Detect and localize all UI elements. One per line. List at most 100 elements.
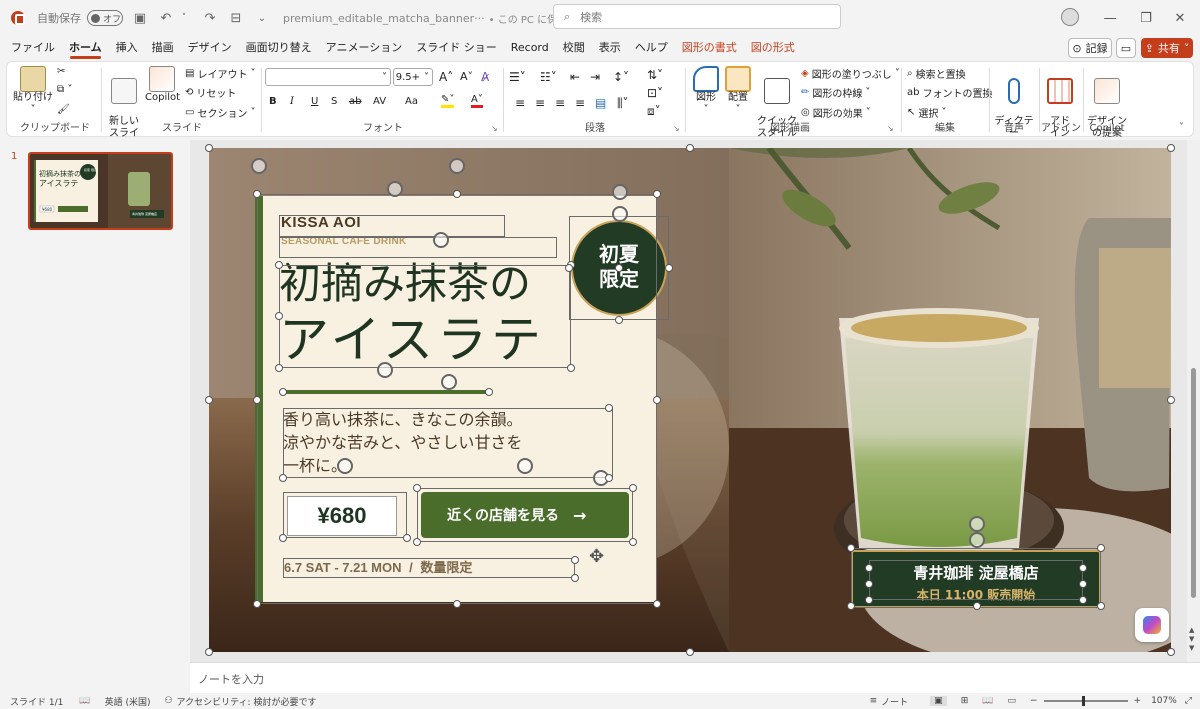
- slide-resize-handle[interactable]: [1167, 396, 1175, 404]
- scrollbar-thumb[interactable]: [1191, 368, 1196, 598]
- drawing-dialog-launcher-icon[interactable]: ↘: [887, 124, 894, 133]
- resize-handle[interactable]: [453, 190, 461, 198]
- zoom-in-icon[interactable]: +: [1134, 696, 1142, 706]
- resize-handle[interactable]: [615, 264, 623, 272]
- paste-button[interactable]: 貼り付け ˅: [13, 66, 53, 116]
- shape-outline-button[interactable]: ✏ 図形の枠線 ˅: [801, 85, 870, 100]
- zoom-slider[interactable]: [1043, 696, 1128, 706]
- undo-dropdown-icon[interactable]: ˅: [175, 13, 193, 23]
- resize-handle[interactable]: [253, 600, 261, 608]
- language[interactable]: 英語 (米国): [105, 695, 151, 708]
- fit-slide-icon[interactable]: ⤢: [1185, 696, 1192, 706]
- tab-animations[interactable]: アニメーション: [319, 36, 410, 60]
- rotate-handle-icon[interactable]: [441, 374, 457, 390]
- copilot-float-button[interactable]: [1135, 608, 1169, 642]
- rotate-handle-icon[interactable]: [969, 532, 985, 548]
- find-button[interactable]: ⌕ 検索と置換: [907, 66, 966, 81]
- tab-picture-format[interactable]: 図の形式: [744, 36, 802, 60]
- resize-handle[interactable]: [565, 264, 573, 272]
- slide-thumbnail[interactable]: 初摘み抹茶の アイスラテ 初夏 限定 ¥680 青井珈琲 淀屋橋店: [28, 152, 173, 230]
- distributed-icon[interactable]: ▤: [595, 96, 606, 110]
- shape-fill-button[interactable]: ◈ 図形の塗りつぶし ˅: [801, 66, 900, 81]
- increase-font-icon[interactable]: A˄: [439, 70, 453, 84]
- tab-help[interactable]: ヘルプ: [628, 36, 675, 60]
- italic-button[interactable]: I: [290, 96, 294, 107]
- rotate-handle-icon[interactable]: [517, 458, 533, 474]
- spellcheck-icon[interactable]: 📖: [79, 696, 90, 706]
- notes-toggle-icon[interactable]: ≡: [870, 696, 878, 706]
- vertical-scrollbar[interactable]: ▲ ▼ ▼: [1187, 140, 1200, 662]
- bullets-icon[interactable]: ☰˅: [509, 70, 526, 84]
- resize-handle[interactable]: [571, 556, 579, 564]
- rotate-handle-icon[interactable]: [387, 181, 403, 197]
- resize-handle[interactable]: [665, 264, 673, 272]
- shapes-button[interactable]: 図形 ˅: [691, 66, 721, 116]
- resize-handle[interactable]: [653, 190, 661, 198]
- zoom-level[interactable]: 107%: [1151, 696, 1177, 706]
- slide-resize-handle[interactable]: [1167, 144, 1175, 152]
- tab-review[interactable]: 校閲: [556, 36, 592, 60]
- resize-handle[interactable]: [413, 538, 421, 546]
- copilot-slides-button[interactable]: Copilot: [145, 66, 180, 104]
- rotate-handle-icon[interactable]: [433, 232, 449, 248]
- accessibility-status[interactable]: アクセシビリティ: 検討が必要です: [177, 695, 317, 708]
- font-color-icon[interactable]: A˅: [471, 94, 483, 108]
- char-spacing-button[interactable]: AV: [373, 96, 386, 107]
- decrease-font-icon[interactable]: A˅: [460, 70, 473, 83]
- layout-button[interactable]: ▤ レイアウト ˅: [185, 66, 255, 81]
- autosave-toggle[interactable]: オフ: [87, 10, 123, 26]
- scroll-arrows-icon[interactable]: ▲ ▼ ▼: [1189, 626, 1194, 653]
- collapse-ribbon-icon[interactable]: ˅: [1179, 122, 1184, 133]
- resize-handle[interactable]: [403, 534, 411, 542]
- resize-handle[interactable]: [847, 544, 855, 552]
- font-size-combo[interactable]: 9.5+ ˅: [393, 68, 433, 86]
- align-right-icon[interactable]: ≡: [555, 96, 565, 110]
- align-center-icon[interactable]: ≡: [535, 96, 545, 110]
- rotate-handle-icon[interactable]: [612, 206, 628, 222]
- highlight-icon[interactable]: ✎˅: [441, 94, 455, 108]
- tab-design[interactable]: デザイン: [181, 36, 239, 60]
- slide-canvas[interactable]: KISSA AOI SEASONAL CAFE DRINK 初摘み抹茶の アイス…: [209, 148, 1171, 652]
- slide-resize-handle[interactable]: [1167, 648, 1175, 656]
- notes-toggle[interactable]: ノート: [881, 695, 908, 708]
- slide-sorter-icon[interactable]: ⊞: [961, 696, 969, 706]
- minimize-icon[interactable]: —: [1090, 0, 1130, 36]
- zoom-out-icon[interactable]: −: [1030, 696, 1038, 706]
- justify-icon[interactable]: ≡: [575, 96, 585, 110]
- undo-icon[interactable]: ↶: [157, 11, 175, 26]
- account-avatar-icon[interactable]: [1061, 8, 1079, 26]
- resize-handle[interactable]: [275, 364, 283, 372]
- tab-file[interactable]: ファイル: [4, 36, 62, 60]
- resize-handle[interactable]: [605, 404, 613, 412]
- clear-format-icon[interactable]: A̷: [481, 70, 489, 84]
- cut-icon[interactable]: ✂: [57, 66, 65, 77]
- resize-handle[interactable]: [629, 538, 637, 546]
- resize-handle[interactable]: [1097, 602, 1105, 610]
- text-direction-icon[interactable]: ⇅˅: [647, 68, 663, 82]
- move-handle-icon[interactable]: ✥: [589, 546, 604, 567]
- paragraph-dialog-launcher-icon[interactable]: ↘: [673, 124, 680, 133]
- line-spacing-icon[interactable]: ↕˅: [613, 70, 629, 84]
- increase-indent-icon[interactable]: ⇥: [590, 70, 600, 84]
- tab-view[interactable]: 表示: [592, 36, 628, 60]
- resize-handle[interactable]: [1079, 580, 1087, 588]
- resize-handle[interactable]: [571, 574, 579, 582]
- record-button[interactable]: ⊙ 記録: [1068, 38, 1112, 58]
- rotate-handle-icon[interactable]: [377, 362, 393, 378]
- save-icon[interactable]: ▣: [131, 11, 149, 26]
- numbering-icon[interactable]: ☷˅: [540, 70, 557, 84]
- share-button[interactable]: ⇪ 共有 ˅: [1141, 38, 1193, 58]
- decrease-indent-icon[interactable]: ⇤: [570, 70, 580, 84]
- tab-record[interactable]: Record: [504, 36, 556, 60]
- font-dialog-launcher-icon[interactable]: ↘: [491, 124, 498, 133]
- align-left-icon[interactable]: ≡: [515, 96, 525, 110]
- resize-handle[interactable]: [865, 580, 873, 588]
- format-painter-icon[interactable]: 🖌: [57, 104, 70, 115]
- resize-handle[interactable]: [279, 474, 287, 482]
- tab-insert[interactable]: 挿入: [109, 36, 145, 60]
- rotate-handle-icon[interactable]: [449, 158, 465, 174]
- resize-handle[interactable]: [567, 364, 575, 372]
- shape-effects-button[interactable]: ◎ 図形の効果 ˅: [801, 105, 871, 120]
- redo-icon[interactable]: ↷: [201, 11, 219, 26]
- underline-button[interactable]: U: [311, 96, 318, 107]
